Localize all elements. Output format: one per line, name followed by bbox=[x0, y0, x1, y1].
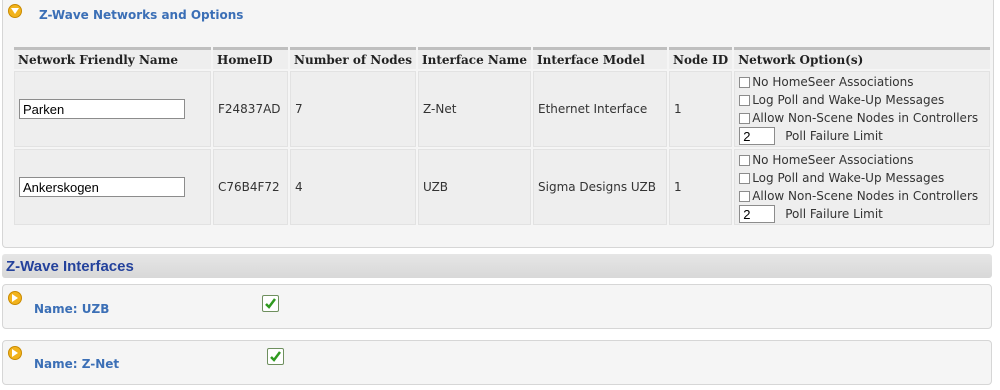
checkbox[interactable] bbox=[739, 172, 751, 184]
col-header-interface-name: Interface Name bbox=[418, 47, 531, 69]
checkbox[interactable] bbox=[739, 112, 751, 124]
option-allow-non-scene[interactable]: Allow Non-Scene Nodes in Controllers bbox=[739, 187, 985, 205]
col-header-network-options: Network Option(s) bbox=[734, 47, 990, 69]
expand-interface-icon[interactable] bbox=[8, 346, 22, 360]
poll-failure-label: Poll Failure Limit bbox=[785, 207, 883, 221]
networks-table: Network Friendly Name HomeID Number of N… bbox=[12, 45, 992, 227]
poll-failure-row: Poll Failure Limit bbox=[739, 127, 985, 145]
option-label: Log Poll and Wake-Up Messages bbox=[752, 93, 945, 107]
networks-section-title[interactable]: Z-Wave Networks and Options bbox=[39, 8, 243, 22]
homeid-cell: C76B4F72 bbox=[213, 149, 288, 225]
option-label: Log Poll and Wake-Up Messages bbox=[752, 171, 945, 185]
interface-name-cell: UZB bbox=[418, 149, 531, 225]
homeid-cell: F24837AD bbox=[213, 71, 288, 147]
option-log-poll[interactable]: Log Poll and Wake-Up Messages bbox=[739, 169, 985, 187]
checkbox[interactable] bbox=[739, 76, 751, 88]
option-log-poll[interactable]: Log Poll and Wake-Up Messages bbox=[739, 91, 985, 109]
interfaces-section-header: Z-Wave Interfaces bbox=[2, 254, 992, 278]
interface-panel-znet bbox=[2, 340, 992, 385]
poll-failure-label: Poll Failure Limit bbox=[785, 129, 883, 143]
friendly-name-cell bbox=[14, 149, 211, 225]
num-nodes-cell: 4 bbox=[290, 149, 417, 225]
collapse-networks-icon[interactable] bbox=[8, 4, 22, 18]
col-header-num-nodes: Number of Nodes bbox=[290, 47, 417, 69]
enabled-check-icon bbox=[262, 295, 279, 312]
option-label: Allow Non-Scene Nodes in Controllers bbox=[752, 189, 979, 203]
num-nodes-cell: 7 bbox=[290, 71, 417, 147]
option-allow-non-scene[interactable]: Allow Non-Scene Nodes in Controllers bbox=[739, 109, 985, 127]
interface-name-link[interactable]: Name: UZB bbox=[34, 302, 109, 316]
poll-failure-input[interactable] bbox=[739, 205, 776, 223]
interface-model-cell: Sigma Designs UZB bbox=[533, 149, 667, 225]
interface-panel-uzb bbox=[2, 284, 992, 329]
network-options-cell: No HomeSeer Associations Log Poll and Wa… bbox=[734, 71, 990, 147]
poll-failure-row: Poll Failure Limit bbox=[739, 205, 985, 223]
interface-name-link[interactable]: Name: Z-Net bbox=[34, 357, 119, 371]
checkbox[interactable] bbox=[739, 94, 751, 106]
interface-model-cell: Ethernet Interface bbox=[533, 71, 667, 147]
interface-name-cell: Z-Net bbox=[418, 71, 531, 147]
network-options-cell: No HomeSeer Associations Log Poll and Wa… bbox=[734, 149, 990, 225]
col-header-interface-model: Interface Model bbox=[533, 47, 667, 69]
option-label: Allow Non-Scene Nodes in Controllers bbox=[752, 111, 979, 125]
table-row: C76B4F72 4 UZB Sigma Designs UZB 1 No Ho… bbox=[14, 149, 990, 225]
friendly-name-input[interactable] bbox=[19, 177, 185, 197]
checkbox[interactable] bbox=[739, 154, 751, 166]
checkbox[interactable] bbox=[739, 190, 751, 202]
node-id-cell: 1 bbox=[669, 71, 733, 147]
node-id-cell: 1 bbox=[669, 149, 733, 225]
expand-interface-icon[interactable] bbox=[8, 291, 22, 305]
table-row: F24837AD 7 Z-Net Ethernet Interface 1 No… bbox=[14, 71, 990, 147]
col-header-node-id: Node ID bbox=[669, 47, 733, 69]
enabled-check-icon bbox=[267, 348, 284, 365]
option-label: No HomeSeer Associations bbox=[752, 153, 914, 167]
col-header-homeid: HomeID bbox=[213, 47, 288, 69]
interfaces-section-title: Z-Wave Interfaces bbox=[6, 258, 134, 275]
poll-failure-input[interactable] bbox=[739, 127, 776, 145]
option-no-associations[interactable]: No HomeSeer Associations bbox=[739, 73, 985, 91]
col-header-friendly-name: Network Friendly Name bbox=[14, 47, 211, 69]
option-label: No HomeSeer Associations bbox=[752, 75, 914, 89]
friendly-name-input[interactable] bbox=[19, 99, 185, 119]
option-no-associations[interactable]: No HomeSeer Associations bbox=[739, 151, 985, 169]
friendly-name-cell bbox=[14, 71, 211, 147]
